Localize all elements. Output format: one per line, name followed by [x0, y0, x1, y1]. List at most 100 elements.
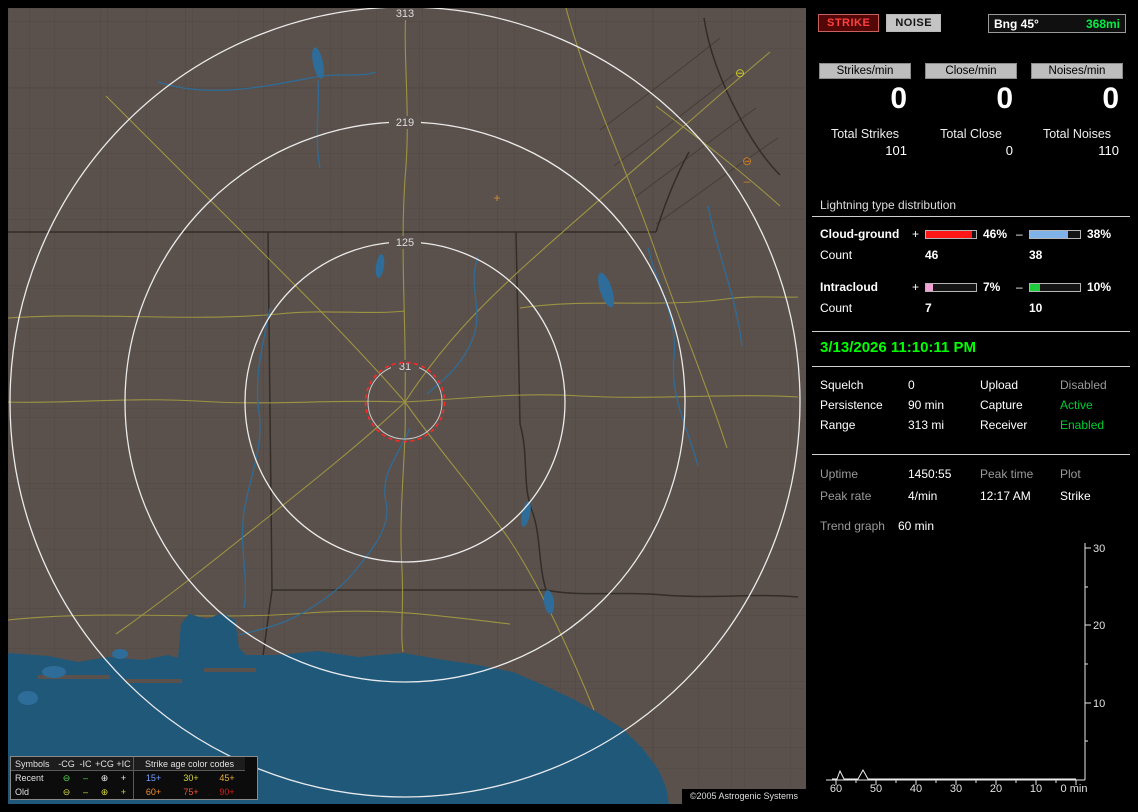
x-tick-40: 40 [910, 783, 922, 795]
count-label: Count [820, 248, 853, 262]
squelch-label: Squelch [820, 378, 864, 392]
total-strikes-value: 101 [885, 143, 907, 158]
total-strikes-label: Total Strikes [830, 127, 900, 141]
cg-minus-count: 38 [1029, 248, 1043, 262]
x-tick-50: 50 [870, 783, 882, 795]
ic-plus-count: 7 [925, 301, 932, 315]
noises-per-min-header[interactable]: Noises/min [1031, 63, 1123, 79]
intracloud-label: Intracloud [820, 280, 879, 294]
ic-plus-percent: 7% [983, 280, 1001, 294]
range-label-125: 125 [396, 237, 414, 249]
intracloud-row: Intracloud + 7% – 10% [812, 278, 1130, 296]
ic-plus-old-icon: + [120, 787, 127, 797]
ic-plus-bar [925, 282, 977, 292]
age-15: 15+ [133, 771, 173, 785]
strike-symbol: + [493, 191, 500, 205]
bearing-label: Bng 45° [994, 16, 1039, 31]
ic-plus-bar-fill [926, 283, 933, 291]
stats-row-1: Uptime 1450:55 Peak time Plot [812, 463, 1130, 485]
cg-plus-count: 46 [925, 248, 939, 262]
range-label-219: 219 [396, 117, 414, 129]
age-60: 60+ [133, 785, 173, 799]
strikes-per-min-header[interactable]: Strikes/min [819, 63, 911, 79]
trend-graph-label: Trend graph [820, 519, 885, 533]
trend-graph: 30 20 10 60 50 40 30 20 10 0 min [826, 543, 1105, 795]
cloud-ground-count-row: Count 46 38 [812, 246, 1130, 264]
cg-plus-bar-fill [926, 230, 972, 238]
ic-minus-bar [1029, 282, 1081, 292]
age-75: 75+ [183, 787, 199, 797]
legend-col-cg-plus: +CG [95, 757, 114, 771]
distribution-title: Lightning type distribution [812, 198, 1130, 217]
range-label: Range [820, 418, 856, 432]
noise-symbol: ⊖ [742, 154, 752, 168]
y-tick-20: 20 [1093, 620, 1105, 632]
cg-plus-recent-icon: ⊕ [100, 773, 109, 783]
ic-minus-old-icon: – [82, 787, 88, 797]
upload-status: Disabled [1060, 378, 1107, 392]
upload-label: Upload [980, 378, 1019, 392]
total-close-value: 0 [1005, 143, 1013, 158]
range-value: 313 mi [908, 418, 945, 432]
cg-plus-old-icon: ⊕ [100, 787, 109, 797]
trend-graph-window: 60 min [898, 519, 935, 533]
noise-indicator-button[interactable]: NOISE [886, 14, 942, 32]
count-label: Count [820, 301, 853, 315]
uptime-value: 1450:55 [908, 467, 952, 481]
total-noises-label: Total Noises [1042, 127, 1112, 141]
divider [812, 366, 1130, 367]
strike-indicator-button[interactable]: STRIKE [818, 14, 880, 32]
cloud-ground-label: Cloud-ground [820, 227, 900, 241]
map-view[interactable]: 313 219 125 31 ⊖ ⊖ – + Symbols -CG -IC +… [8, 8, 806, 804]
strikes-column: Strikes/min 0 Total Strikes 101 [819, 63, 911, 158]
minus-sign: – [1016, 280, 1023, 294]
ic-plus-recent-icon: + [120, 773, 127, 783]
minus-sign: – [1016, 227, 1023, 241]
ic-minus-bar-fill [1030, 283, 1040, 291]
cg-minus-recent-icon: ⊖ [62, 773, 71, 783]
squelch-value: 0 [908, 378, 915, 392]
close-column: Close/min 0 Total Close 0 [925, 63, 1017, 158]
age-30: 30+ [183, 773, 199, 783]
persistence-label: Persistence [820, 398, 883, 412]
divider [812, 454, 1130, 455]
close-per-min-value: 0 [996, 82, 1013, 115]
close-per-min-header[interactable]: Close/min [925, 63, 1017, 79]
stats-row-2: Peak rate 4/min 12:17 AM Strike [812, 485, 1130, 507]
system-datetime: 3/13/2026 11:10:11 PM [820, 339, 976, 356]
noise-symbol: ⊖ [735, 66, 745, 80]
legend-col-ic-minus: -IC [76, 757, 95, 771]
legend-row-old-label: Old [15, 787, 30, 797]
plus-sign: + [912, 280, 920, 294]
strike-rate-line [832, 768, 1076, 780]
cg-plus-bar [925, 229, 977, 239]
total-noises-value: 110 [1098, 143, 1119, 158]
ic-minus-percent: 10% [1087, 280, 1112, 294]
status-row-range: Range 313 mi Receiver Enabled [812, 415, 1130, 435]
panel-header: STRIKE NOISE Bng 45° 368mi [812, 8, 1130, 33]
trend-graph-header: Trend graph 60 min [812, 519, 1130, 533]
persistence-value: 90 min [908, 398, 945, 412]
bearing-display: Bng 45° 368mi [988, 14, 1126, 33]
peak-time-value: 12:17 AM [980, 489, 1031, 503]
peak-rate-value: 4/min [908, 489, 938, 503]
ic-minus-count: 10 [1029, 301, 1043, 315]
y-tick-10: 10 [1093, 698, 1105, 710]
rate-counters: Strikes/min 0 Total Strikes 101 Close/mi… [812, 63, 1130, 158]
copyright-notice: ©2005 Astrogenic Systems [681, 789, 806, 804]
receiver-label: Receiver [980, 418, 1028, 432]
capture-label: Capture [980, 398, 1023, 412]
status-row-persistence: Persistence 90 min Capture Active [812, 395, 1130, 415]
legend-row-recent-label: Recent [15, 773, 44, 783]
bearing-range-value: 368mi [1085, 16, 1120, 31]
peak-time-label: Peak time [980, 467, 1034, 481]
x-tick-30: 30 [950, 783, 962, 795]
status-row-squelch: Squelch 0 Upload Disabled [812, 375, 1130, 395]
cg-minus-old-icon: ⊖ [62, 787, 71, 797]
x-tick-10: 10 [1030, 783, 1042, 795]
cloud-ground-row: Cloud-ground + 46% – 38% [812, 225, 1130, 243]
map-canvas[interactable]: 313 219 125 31 ⊖ ⊖ – + [8, 8, 806, 804]
strike-symbol: – [744, 174, 751, 188]
legend-age-header: Strike age color codes [133, 757, 245, 771]
noises-column: Noises/min 0 Total Noises 110 [1031, 63, 1123, 158]
